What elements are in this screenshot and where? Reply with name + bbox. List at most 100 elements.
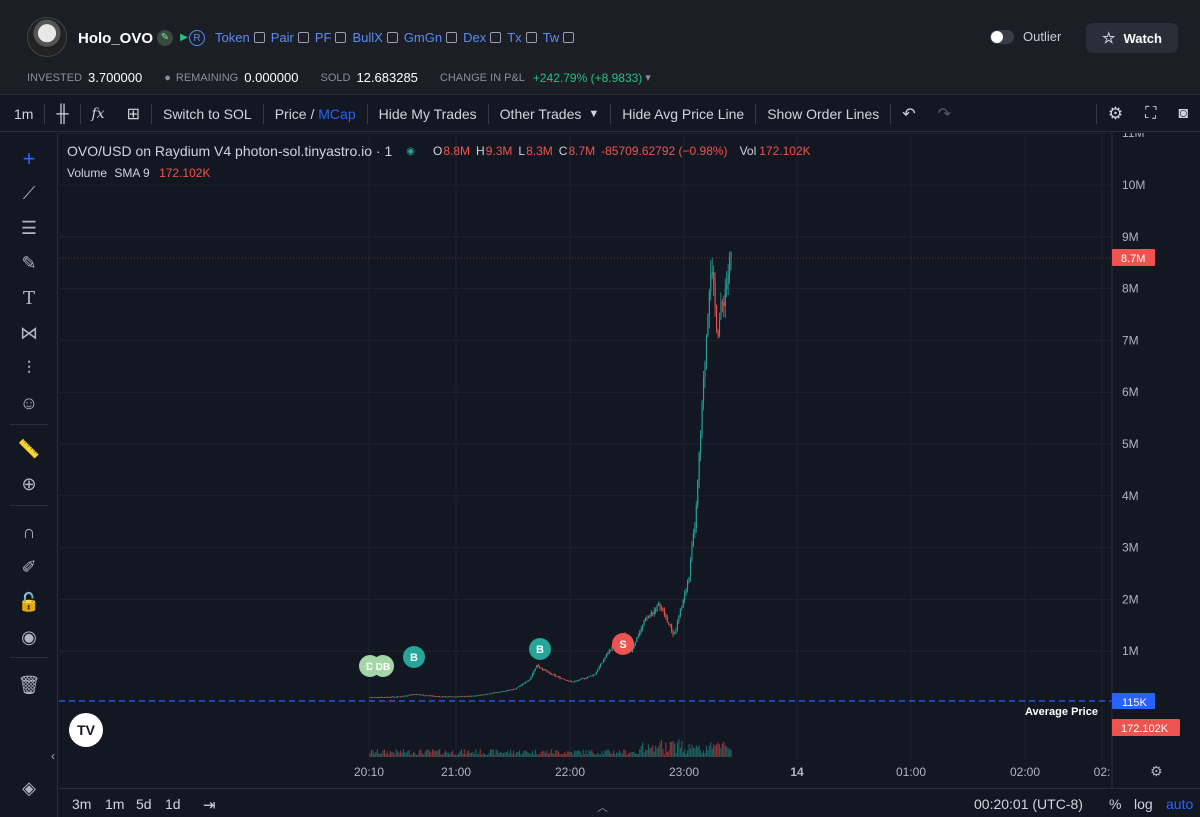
percent-toggle[interactable]: % (1109, 796, 1121, 812)
ruler-icon[interactable]: 📏 (16, 436, 42, 462)
copy-icon[interactable] (386, 32, 398, 43)
trend-line-icon[interactable]: ⟋ (16, 180, 42, 206)
link-token[interactable]: Token (215, 30, 265, 45)
candle-body (385, 697, 387, 698)
link-pf[interactable]: PF (315, 30, 347, 45)
other-trades-dropdown[interactable]: Other Trades ▼ (489, 96, 611, 132)
interval-select[interactable]: 1m (0, 96, 44, 132)
settings-icon[interactable]: ⚙ (1097, 96, 1134, 132)
horizontal-lines-icon[interactable]: ☰ (16, 215, 42, 241)
show-order-lines-button[interactable]: Show Order Lines (756, 96, 890, 132)
switch-to-sol-button[interactable]: Switch to SOL (152, 96, 263, 132)
volume-bar (720, 747, 722, 757)
prediction-icon[interactable]: ⫶ (16, 355, 42, 381)
toggle-switch[interactable] (990, 29, 1014, 44)
tradingview-logo[interactable]: TV (69, 713, 103, 747)
candle-body (598, 666, 600, 670)
volume-bar (637, 753, 639, 757)
copy-icon[interactable] (335, 32, 347, 43)
volume-bar (379, 753, 381, 757)
volume-bar (691, 744, 693, 757)
copy-icon[interactable] (253, 32, 265, 43)
link-dex[interactable]: Dex (463, 30, 502, 45)
hide-avg-price-line-button[interactable]: Hide Avg Price Line (611, 96, 755, 132)
volume-bar (370, 749, 373, 757)
candle-type-icon[interactable]: ╫ (45, 96, 79, 132)
bottom-toolbar: 3m 1m 5d 1d ⇥ ︿ 00:20:01 (UTC-8) % log a… (59, 788, 1200, 817)
watch-button[interactable]: ☆ Watch (1086, 23, 1178, 53)
candle-body (475, 695, 477, 697)
volume-bar (386, 751, 388, 757)
lock-drawing-icon[interactable]: ✐ (16, 554, 42, 580)
copy-icon[interactable] (563, 32, 575, 43)
price-mcap-toggle[interactable]: Price / MCap (264, 96, 367, 132)
copy-icon[interactable] (297, 32, 309, 43)
collapse-icon[interactable]: ‹ (48, 743, 58, 769)
y-tick-label: 1M (1122, 644, 1139, 658)
link-bullx[interactable]: BullX (352, 30, 398, 45)
raydium-icon[interactable]: R (189, 30, 205, 46)
indicators-icon[interactable]: fx (81, 96, 116, 132)
volume-bar (500, 751, 502, 757)
layers-icon[interactable]: ◈ (16, 775, 42, 801)
link-gmgn[interactable]: GmGn (404, 30, 458, 45)
volume-bar (418, 750, 420, 757)
volume-bar (659, 742, 661, 757)
eye-icon[interactable]: ◉ (16, 624, 42, 650)
range-1m[interactable]: 1m (105, 796, 124, 812)
emoji-icon[interactable]: ☺ (16, 390, 42, 416)
volume-bar (404, 752, 406, 757)
copy-icon[interactable] (446, 32, 458, 43)
range-5d[interactable]: 5d (136, 796, 152, 812)
text-icon[interactable]: T (16, 285, 42, 311)
brush-icon[interactable]: ✎ (16, 250, 42, 276)
date-range-icon[interactable]: ⇥ (203, 796, 216, 814)
volume-bar (382, 750, 384, 757)
lock-icon[interactable]: 🔓 (16, 589, 42, 615)
crosshair-icon[interactable]: + (16, 146, 42, 172)
fullscreen-icon[interactable]: ⛶ (1134, 96, 1167, 132)
layouts-icon[interactable]: ⊞ (116, 96, 151, 132)
volume-bar (660, 739, 663, 757)
outlier-toggle[interactable]: Outlier (990, 29, 1061, 44)
link-tx[interactable]: Tx (507, 30, 537, 45)
clock-time[interactable]: 00:20:01 (UTC-8) (974, 796, 1083, 812)
candle-body (601, 662, 603, 664)
volume-bar (508, 753, 510, 757)
volume-bar (507, 750, 509, 757)
camera-icon[interactable]: ◙ (1167, 96, 1200, 132)
settings-axis-icon[interactable]: ⚙ (1150, 764, 1163, 780)
pattern-icon[interactable]: ⋈ (16, 320, 42, 346)
volume-bar (531, 750, 533, 757)
price-chart[interactable]: 11M 10M 9M 8M 7M 6M 5M 4M 3M 2M 1M 20:10 21:00 22:00… (59, 133, 1200, 788)
copy-icon[interactable] (525, 32, 537, 43)
undo-icon[interactable]: ↶ (891, 96, 926, 132)
trash-icon[interactable]: 🗑 (16, 672, 42, 698)
volume-bar (618, 750, 620, 757)
volume-bar (705, 745, 707, 757)
copy-icon[interactable] (490, 32, 502, 43)
link-tw[interactable]: Tw (543, 30, 575, 45)
range-3m[interactable]: 3m (72, 796, 91, 812)
pnl-value[interactable]: +242.79% (+8.9833) (533, 71, 642, 85)
candle-body (708, 291, 710, 316)
volume-bar (682, 752, 684, 757)
log-toggle[interactable]: log (1134, 796, 1153, 812)
candle-body (581, 678, 583, 680)
volume-bar (698, 745, 700, 757)
range-1d[interactable]: 1d (165, 796, 181, 812)
volume-bar (465, 754, 467, 757)
volume-bar (484, 753, 486, 757)
candle-body (689, 559, 692, 578)
collapse-up-icon[interactable]: ︿ (597, 799, 608, 815)
redo-icon[interactable]: ↷ (927, 96, 962, 132)
chevron-down-icon[interactable]: ▾ (645, 71, 651, 84)
hide-my-trades-button[interactable]: Hide My Trades (368, 96, 488, 132)
auto-toggle[interactable]: auto (1166, 796, 1193, 812)
link-pair[interactable]: Pair (271, 30, 309, 45)
volume-bar (462, 753, 464, 757)
zoom-in-icon[interactable]: ⊕ (16, 471, 42, 497)
candle-body (515, 688, 518, 690)
magnet-icon[interactable]: ∩ (16, 519, 42, 545)
candle-body (463, 696, 465, 697)
